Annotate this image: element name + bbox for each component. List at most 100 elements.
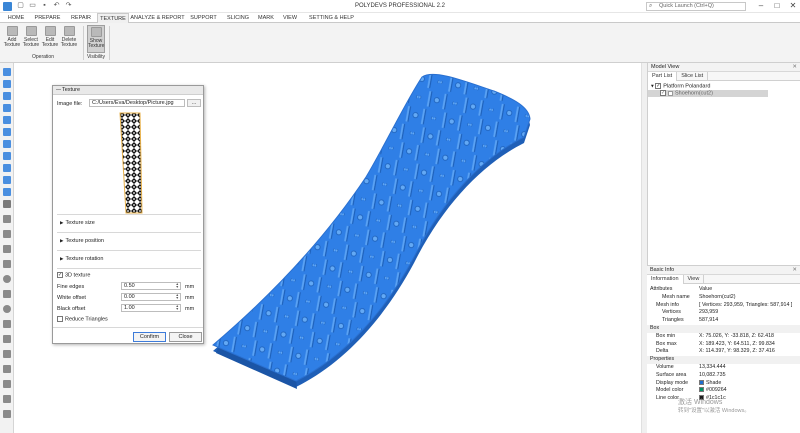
view-bottom-icon[interactable] — [3, 128, 11, 136]
property-key: Model color — [656, 387, 684, 394]
tab-mark[interactable]: MARK — [255, 13, 277, 23]
tab-home[interactable]: HOME — [2, 13, 30, 23]
reduce-triangles-checkbox[interactable] — [57, 316, 63, 322]
property-row[interactable]: Display mode Shade — [647, 380, 800, 388]
tab-view-info[interactable]: View — [684, 275, 705, 284]
property-row[interactable]: Mesh info [ Vertices: 293,959, Triangles:… — [647, 302, 800, 310]
property-value-text: #009264 — [706, 387, 727, 394]
black-offset-label: Black offset — [57, 306, 86, 312]
close-panel-icon[interactable]: ✕ — [792, 63, 797, 72]
close-panel-icon[interactable]: ✕ — [792, 266, 797, 275]
property-row[interactable]: Volume 13,334.444 — [647, 364, 800, 372]
black-offset-spinbox[interactable]: 1.00 ▲ ▼ — [121, 304, 181, 312]
move-icon[interactable] — [3, 320, 11, 328]
view-perspective-icon[interactable] — [3, 152, 11, 160]
property-value-text: Shoehorn(cut2) — [699, 293, 736, 300]
spin-arrows-icon[interactable]: ▲ ▼ — [176, 293, 179, 300]
tab-setting-help[interactable]: SETTING & HELP — [303, 13, 360, 23]
color-swatch-icon[interactable] — [699, 387, 704, 393]
zoom-in-icon[interactable] — [3, 176, 11, 184]
property-key: Delta — [656, 348, 669, 355]
tab-support[interactable]: SUPPORT — [186, 13, 221, 23]
property-row[interactable]: Delta X: 114.397, Y: 98.329, Z: 37.416 — [647, 348, 800, 356]
view-right-icon[interactable] — [3, 104, 11, 112]
close-window-button[interactable]: ✕ — [788, 1, 798, 11]
close-button[interactable]: Close — [169, 332, 202, 342]
view-back-icon[interactable] — [3, 80, 11, 88]
section-texture-rotation[interactable]: ▶ Texture rotation — [57, 250, 201, 265]
tab-repair[interactable]: REPAIR — [65, 13, 97, 23]
maximize-button[interactable]: □ — [772, 1, 782, 11]
tab-information[interactable]: Information — [647, 275, 684, 284]
property-row[interactable]: Surface area 10,082.735 — [647, 372, 800, 380]
quick-launch-search[interactable]: ⌕ Quick Launch (Ctrl+Q) — [646, 2, 746, 11]
white-offset-spinbox[interactable]: 0.00 ▲ ▼ — [121, 293, 181, 301]
section-texture-position[interactable]: ▶ Texture position — [57, 232, 201, 247]
tab-part-list[interactable]: Part List — [648, 72, 678, 81]
dialog-title: Texture — [62, 87, 81, 93]
lasso-select-icon[interactable] — [3, 230, 11, 238]
tab-slice-list[interactable]: Slice List — [677, 72, 709, 81]
fine-edges-label: Fine edges — [57, 284, 85, 290]
tree-item-shoehorn[interactable]: ✓ Shoehorn(cut2) — [648, 90, 768, 97]
plane-select-icon[interactable] — [3, 290, 11, 298]
tab-texture[interactable]: TEXTURE — [97, 13, 129, 23]
section-texture-size[interactable]: ▶ Texture size — [57, 214, 201, 229]
property-row[interactable]: Box max X: 189.423, Y: 64.511, Z: 99.834 — [647, 341, 800, 349]
view-top-icon[interactable] — [3, 116, 11, 124]
zoom-out-icon[interactable] — [3, 188, 11, 196]
minimize-button[interactable]: – — [756, 1, 766, 11]
show-texture-button[interactable]: Show Texture — [87, 25, 105, 53]
collapse-caret-icon[interactable]: — — [56, 86, 61, 95]
image-file-field[interactable]: C:/Users/Eva/Desktop/Picture.jpg — [89, 99, 185, 107]
tree-item-platform[interactable]: ▾ ✓ Platform Polandard — [648, 83, 800, 90]
screenshot-icon[interactable] — [3, 410, 11, 418]
light-icon[interactable] — [3, 395, 11, 403]
property-row[interactable]: Box min X: 75.026, Y: -33.818, Z: 62.418 — [647, 333, 800, 341]
property-category-row[interactable]: Box — [647, 324, 800, 333]
rotate-icon[interactable] — [3, 305, 11, 313]
measure-icon[interactable] — [3, 365, 11, 373]
shoehorn-checkbox[interactable]: ✓ — [660, 90, 666, 96]
tab-prepare[interactable]: PREPARE — [30, 13, 65, 23]
property-value: 293,959 — [699, 309, 718, 317]
sphere-select-icon[interactable] — [3, 275, 11, 283]
fine-edges-spinbox[interactable]: 0.50 ▲ ▼ — [121, 282, 181, 290]
property-row[interactable]: Mesh name Shoehorn(cut2) — [647, 294, 800, 302]
spin-arrows-icon[interactable]: ▲ ▼ — [176, 304, 179, 311]
view-left-icon[interactable] — [3, 92, 11, 100]
color-swatch-icon[interactable] — [699, 379, 704, 385]
property-value-text: 13,334.444 — [699, 363, 726, 370]
view-toolbar — [0, 63, 14, 433]
property-value-text: 10,082.735 — [699, 371, 726, 378]
spin-arrows-icon[interactable]: ▲ ▼ — [176, 282, 179, 289]
platform-checkbox[interactable]: ✓ — [655, 83, 662, 89]
delete-texture-button[interactable]: Delete Texture — [60, 25, 78, 53]
property-category-row[interactable]: Properties — [647, 356, 800, 364]
scale-icon[interactable] — [3, 335, 11, 343]
surface-select-icon[interactable] — [3, 260, 11, 268]
property-row[interactable]: Vertices 293,959 — [647, 309, 800, 317]
view-iso-icon[interactable] — [3, 140, 11, 148]
texture-3d-checkbox[interactable]: ✓ — [57, 272, 63, 278]
tab-analyze-report[interactable]: ANALYZE & REPORT — [129, 13, 186, 23]
view-front-icon[interactable] — [3, 68, 11, 76]
delete-texture-icon — [63, 26, 75, 36]
add-texture-button[interactable]: Add Texture — [3, 25, 21, 53]
box-select-icon[interactable] — [3, 215, 11, 223]
select-texture-button[interactable]: Select Texture — [22, 25, 40, 53]
mirror-icon[interactable] — [3, 350, 11, 358]
view-fit-icon[interactable] — [3, 164, 11, 172]
tab-slicing[interactable]: SLICING — [221, 13, 255, 23]
edit-texture-button[interactable]: Edit Texture — [41, 25, 59, 53]
property-row[interactable]: Model color #009264 — [647, 387, 800, 395]
tab-view[interactable]: VIEW — [277, 13, 303, 23]
confirm-button[interactable]: Confirm — [133, 332, 166, 342]
section-icon[interactable] — [3, 380, 11, 388]
ribbon-tab-bar: HOME PREPARE REPAIR TEXTURE ANALYZE & RE… — [0, 13, 800, 23]
property-row[interactable]: Triangles 587,914 — [647, 317, 800, 325]
select-arrow-icon[interactable] — [3, 200, 11, 208]
brush-select-icon[interactable] — [3, 245, 11, 253]
property-value-text: X: 189.423, Y: 64.511, Z: 99.834 — [699, 340, 775, 347]
browse-button[interactable]: ... — [187, 99, 201, 107]
